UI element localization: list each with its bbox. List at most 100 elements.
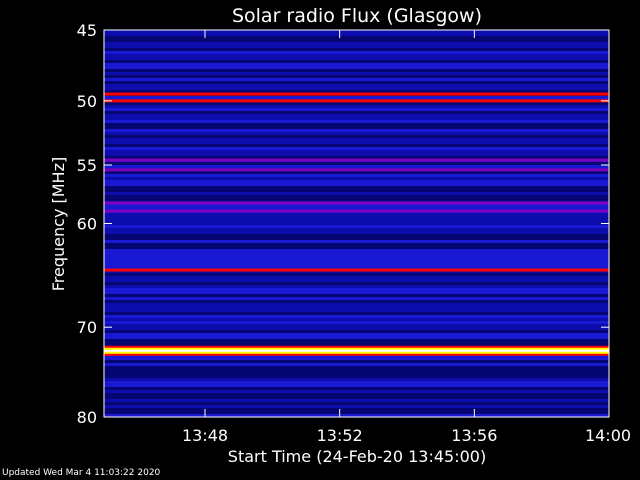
background-streak (104, 192, 609, 195)
x-tick-label: 13:56 (451, 426, 497, 445)
background-streak (104, 246, 609, 249)
update-timestamp: Updated Wed Mar 4 11:03:22 2020 (2, 468, 161, 478)
background-streak (104, 195, 609, 198)
background-streak (104, 180, 609, 183)
background-streak (104, 318, 609, 321)
background-streak (104, 108, 609, 111)
spectrogram-figure: Solar radio Flux (Glasgow) 455055607080 … (49, 5, 631, 466)
background-streak (104, 54, 609, 57)
y-tick-label: 45 (77, 21, 97, 40)
background-streak (104, 114, 609, 117)
background-streak (104, 252, 609, 255)
background-streak (104, 39, 609, 42)
background-streak (104, 138, 609, 141)
band-core (104, 349, 609, 352)
background-streak (104, 126, 609, 129)
background-streak (104, 171, 609, 174)
background-streak (104, 213, 609, 216)
background-streak (104, 249, 609, 252)
background-streak (104, 255, 609, 258)
background-streak (104, 177, 609, 180)
background-streak (104, 384, 609, 387)
background-streak (104, 357, 609, 360)
background-streak (104, 183, 609, 186)
background-streak (104, 243, 609, 246)
background-streak (104, 87, 609, 90)
background-streak (104, 303, 609, 306)
background-streak (104, 162, 609, 165)
background-streak (104, 264, 609, 267)
background-streak (104, 117, 609, 120)
y-tick-label: 50 (77, 92, 97, 111)
background-streak (104, 165, 609, 168)
background-streak (104, 402, 609, 405)
background-streak (104, 240, 609, 243)
background-streak (104, 72, 609, 75)
background-streak (104, 42, 609, 45)
background-streak (104, 75, 609, 78)
background-streak (104, 33, 609, 36)
background-streak (104, 105, 609, 108)
background-streak (104, 36, 609, 39)
background-streak (104, 291, 609, 294)
background-streak (104, 309, 609, 312)
background-streak (104, 237, 609, 240)
background-streak (104, 174, 609, 177)
background-streak (104, 231, 609, 234)
background-streak (104, 84, 609, 87)
background-streak (104, 234, 609, 237)
background-streak (104, 378, 609, 381)
y-tick-label: 55 (77, 156, 97, 175)
background-streak (104, 297, 609, 300)
background-streak (104, 120, 609, 123)
y-tick-label: 80 (77, 408, 97, 427)
background-streak (104, 69, 609, 72)
spectral-band (104, 99, 609, 103)
background-streak (104, 276, 609, 279)
background-streak (104, 399, 609, 402)
background-streak (104, 282, 609, 285)
spectral-band (104, 209, 609, 213)
background-streak (104, 135, 609, 138)
background-streak (104, 57, 609, 60)
background-streak (104, 147, 609, 150)
background-streak (104, 48, 609, 51)
background-streak (104, 390, 609, 393)
background-streak (104, 123, 609, 126)
background-streak (104, 90, 609, 93)
background-streak (104, 300, 609, 303)
background-streak (104, 279, 609, 282)
spectral-bands (104, 30, 609, 417)
chart-title: Solar radio Flux (Glasgow) (232, 5, 482, 27)
background-streak (104, 312, 609, 315)
background-streak (104, 327, 609, 330)
background-streak (104, 144, 609, 147)
spectral-band (104, 201, 609, 205)
background-streak (104, 273, 609, 276)
background-streak (104, 63, 609, 66)
background-streak (104, 141, 609, 144)
background-streak (104, 129, 609, 132)
background-streak (104, 153, 609, 156)
background-streak (104, 225, 609, 228)
background-streak (104, 294, 609, 297)
background-streak (104, 81, 609, 84)
background-streak (104, 366, 609, 369)
background-streak (104, 321, 609, 324)
background-streak (104, 78, 609, 81)
background-streak (104, 375, 609, 378)
background-streak (104, 198, 609, 201)
background-streak (104, 396, 609, 399)
background-streak (104, 216, 609, 219)
background-streak (104, 336, 609, 339)
background-streak (104, 339, 609, 342)
background-streak (104, 228, 609, 231)
background-streak (104, 369, 609, 372)
background-streak (104, 330, 609, 333)
spectral-band (104, 168, 609, 172)
background-streak (104, 288, 609, 291)
background-streak (104, 306, 609, 309)
background-streak (104, 342, 609, 345)
background-streak (104, 222, 609, 225)
background-streak (104, 405, 609, 408)
